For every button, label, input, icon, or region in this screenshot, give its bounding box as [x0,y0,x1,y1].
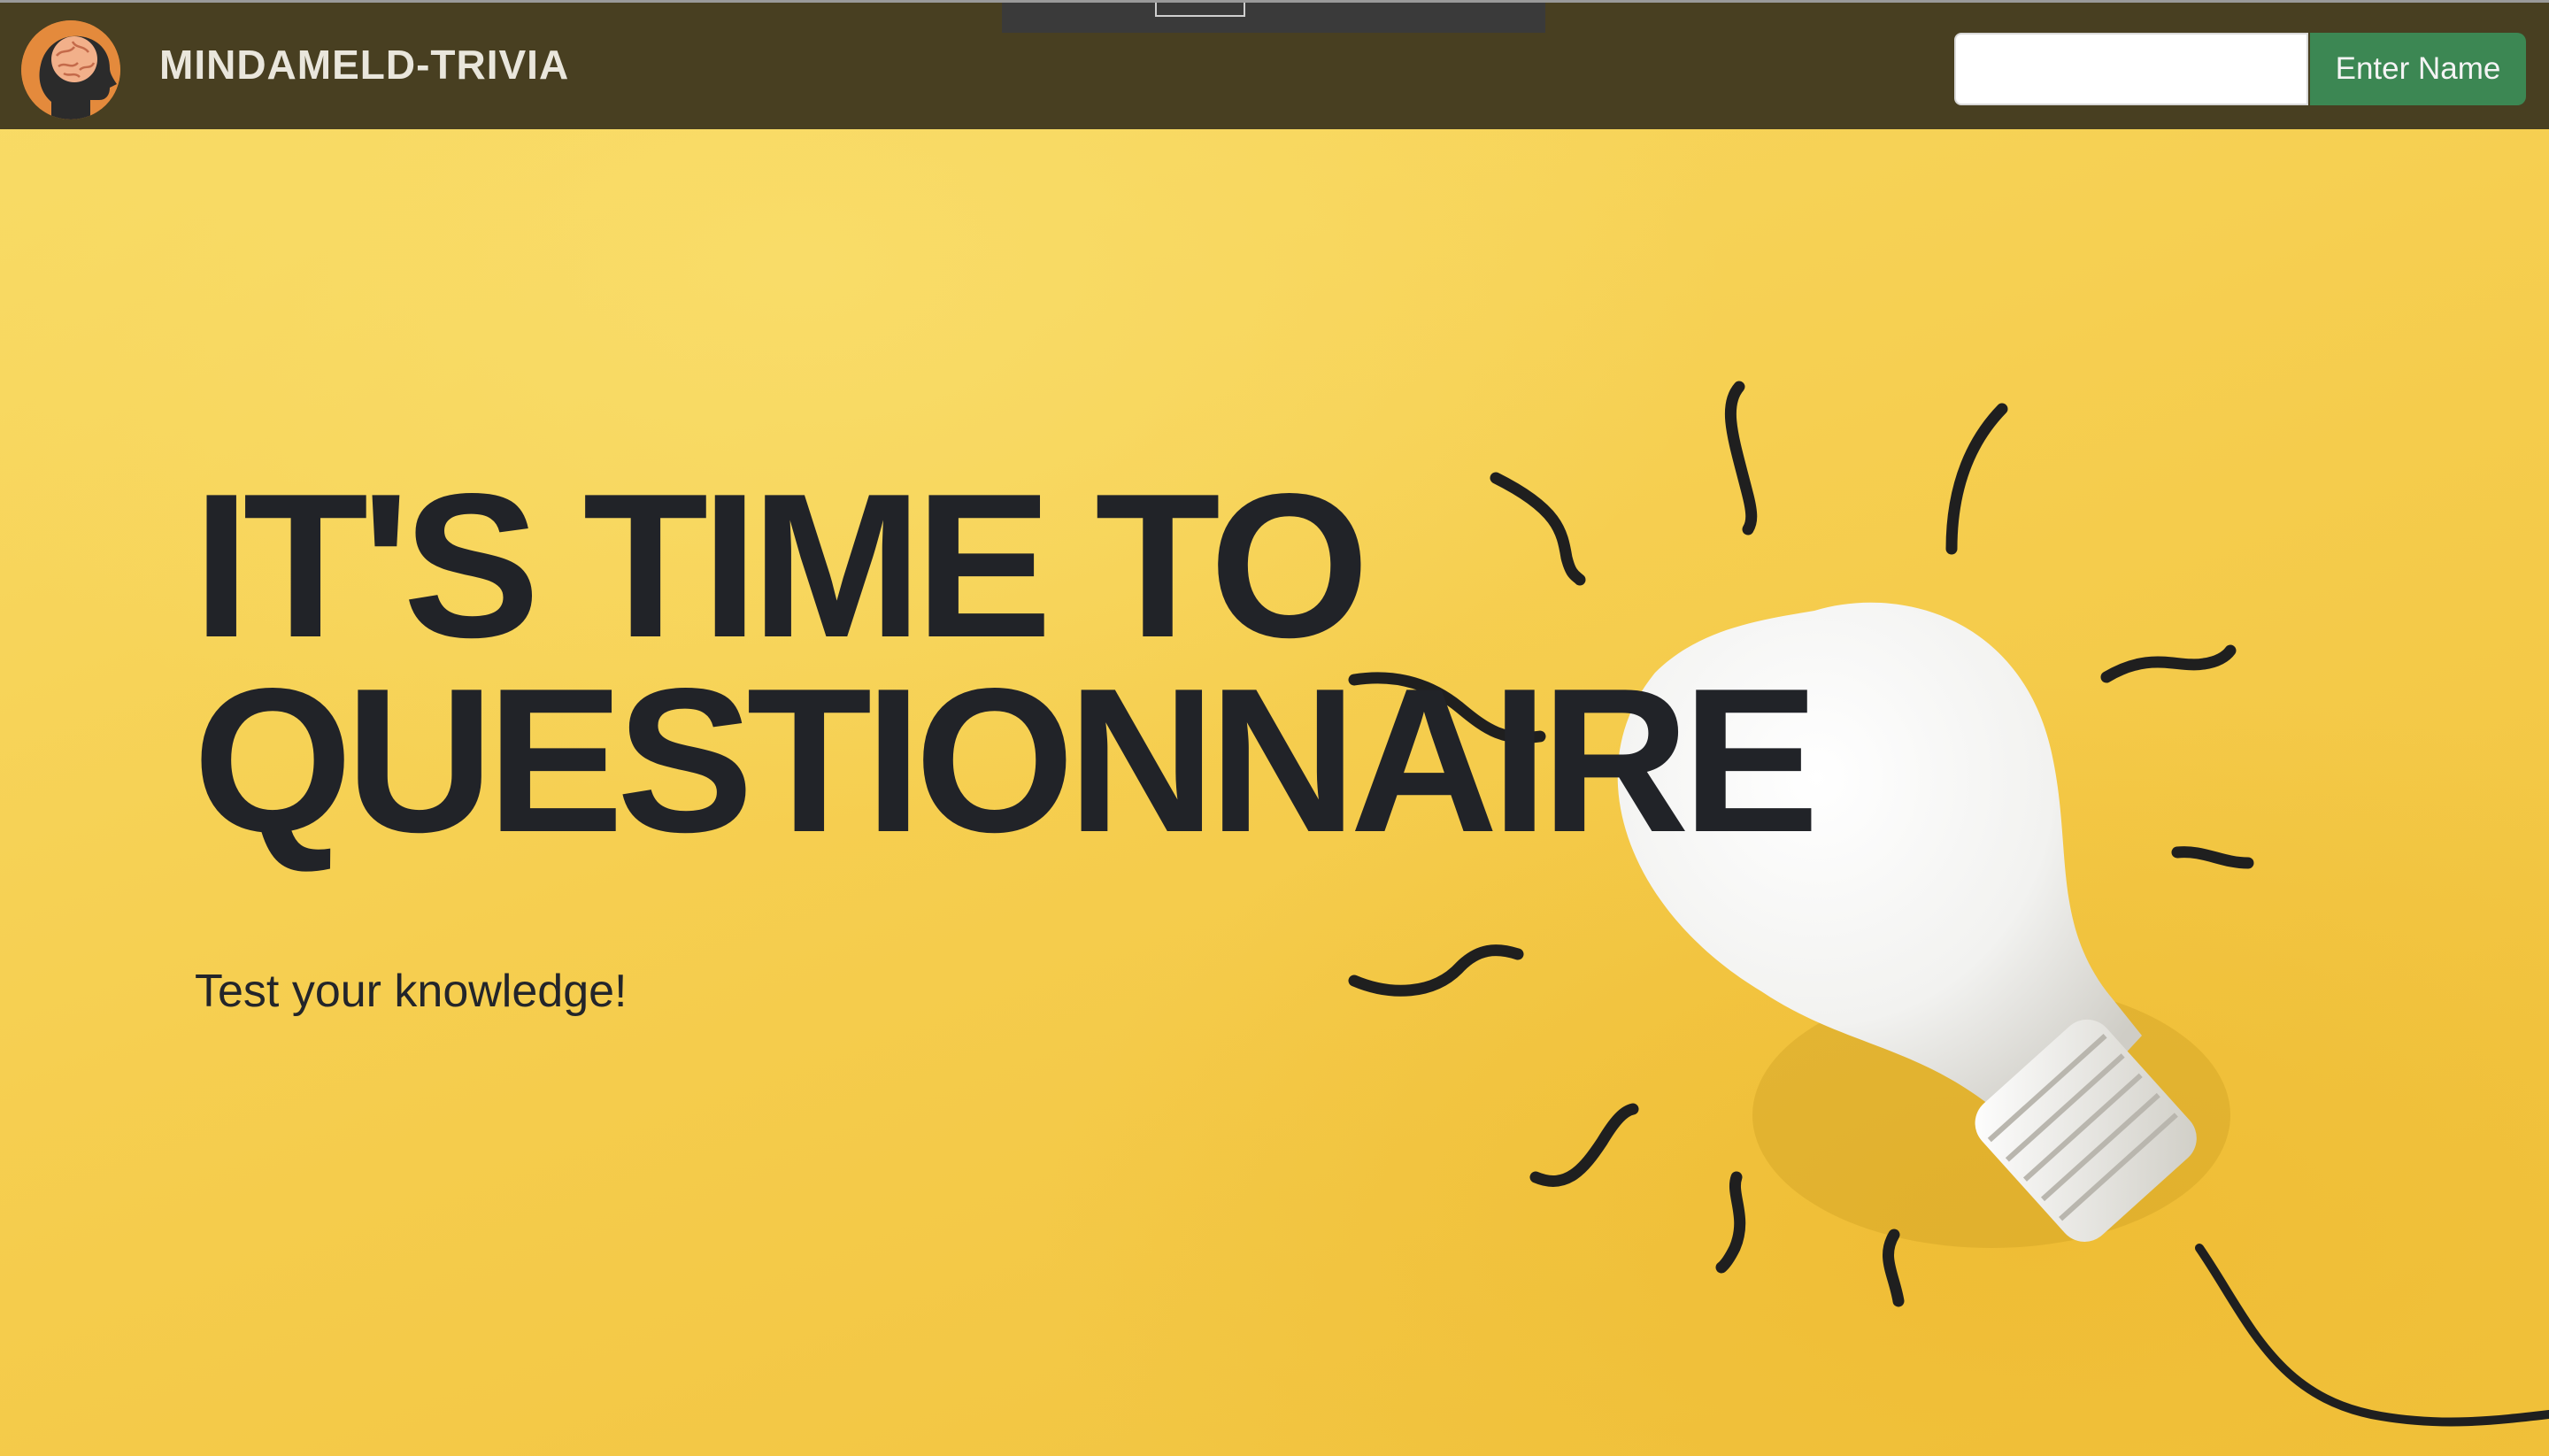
hero-headline: IT'S TIME TO QUESTIONNAIRE [193,451,1819,875]
name-input[interactable] [1954,33,2308,105]
brand-title[interactable]: MINDAMELD-TRIVIA [159,41,569,89]
hero-headline-line-1: IT'S TIME TO [193,451,1369,681]
enter-name-button[interactable]: Enter Name [2310,33,2526,105]
hero-subtitle: Test your knowledge! [195,966,628,1017]
notch-indicator [1155,3,1245,17]
brain-head-icon[interactable] [21,20,120,119]
top-navbar: MINDAMELD-TRIVIA Enter Name [0,0,2549,129]
screen-notch [1002,3,1545,33]
hero-headline-line-2: QUESTIONNAIRE [193,646,1819,875]
